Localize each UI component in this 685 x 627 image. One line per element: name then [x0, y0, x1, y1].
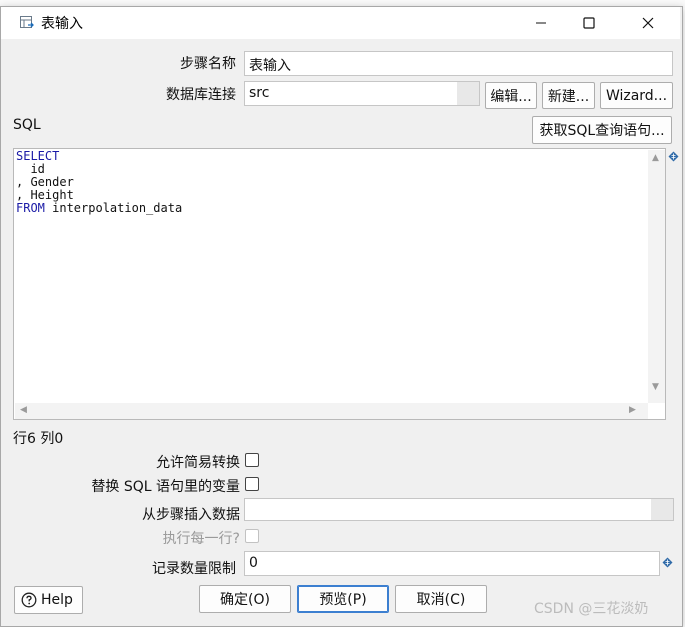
db-connection-dropdown[interactable] — [457, 82, 479, 105]
help-button[interactable]: Help — [14, 586, 83, 614]
cursor-position-status: 行6 列0 — [13, 431, 64, 447]
execute-each-row-checkbox[interactable] — [245, 529, 259, 543]
sql-label: SQL — [13, 117, 41, 133]
close-button[interactable] — [625, 7, 671, 39]
scroll-right-icon[interactable]: ▶ — [629, 405, 636, 415]
replace-variables-checkbox[interactable] — [245, 477, 259, 491]
insert-from-step-label: 从步骤插入数据 — [142, 507, 240, 523]
dialog-title: 表输入 — [41, 16, 83, 32]
maximize-icon — [583, 17, 595, 29]
scroll-left-icon[interactable]: ◀ — [20, 405, 27, 415]
get-sql-button[interactable]: 获取SQL查询语句... — [532, 116, 672, 144]
lazy-conversion-label: 允许简易转换 — [156, 455, 240, 471]
minimize-icon — [536, 22, 546, 24]
edit-connection-button[interactable]: 编辑... — [485, 82, 537, 109]
sql-vertical-scrollbar[interactable]: ▲ ▼ — [648, 150, 665, 403]
record-limit-label: 记录数量限制 — [152, 561, 236, 577]
help-icon — [21, 592, 37, 608]
maximize-button[interactable] — [566, 7, 612, 39]
scroll-up-icon[interactable]: ▲ — [652, 153, 659, 163]
db-connection-select[interactable]: src — [244, 81, 480, 106]
csdn-watermark: CSDN @三花淡奶 — [534, 601, 649, 617]
sql-keyword: SELECT — [16, 149, 60, 163]
record-limit-input[interactable]: 0 — [244, 551, 660, 576]
cancel-button[interactable]: 取消(C) — [395, 585, 487, 613]
db-connection-label: 数据库连接 — [166, 87, 236, 103]
insert-from-step-dropdown[interactable] — [651, 499, 673, 520]
step-name-label: 步骤名称 — [180, 56, 236, 72]
variable-indicator-icon — [662, 557, 673, 568]
ok-button[interactable]: 确定(O) — [199, 585, 291, 613]
close-icon — [642, 17, 654, 29]
scroll-down-icon[interactable]: ▼ — [652, 382, 659, 392]
lazy-conversion-checkbox[interactable] — [245, 453, 259, 467]
sql-code[interactable]: SELECT id , Gender , Height FROM interpo… — [16, 150, 182, 215]
sql-keyword: FROM — [16, 201, 45, 215]
step-name-input[interactable]: 表输入 — [244, 51, 673, 76]
minimize-button[interactable] — [518, 7, 564, 39]
insert-from-step-select[interactable] — [244, 498, 674, 521]
replace-variables-label: 替换 SQL 语句里的变量 — [91, 479, 240, 495]
wizard-button[interactable]: Wizard... — [600, 82, 673, 109]
sql-editor[interactable]: SELECT id , Gender , Height FROM interpo… — [13, 148, 666, 420]
variable-indicator-icon — [668, 151, 679, 162]
sql-horizontal-scrollbar[interactable]: ◀ ▶ — [15, 403, 648, 419]
new-connection-button[interactable]: 新建... — [542, 82, 595, 109]
preview-button[interactable]: 预览(P) — [297, 585, 389, 613]
execute-each-row-label: 执行每一行? — [162, 531, 240, 547]
table-input-icon — [20, 16, 34, 28]
db-connection-value: src — [249, 85, 270, 101]
